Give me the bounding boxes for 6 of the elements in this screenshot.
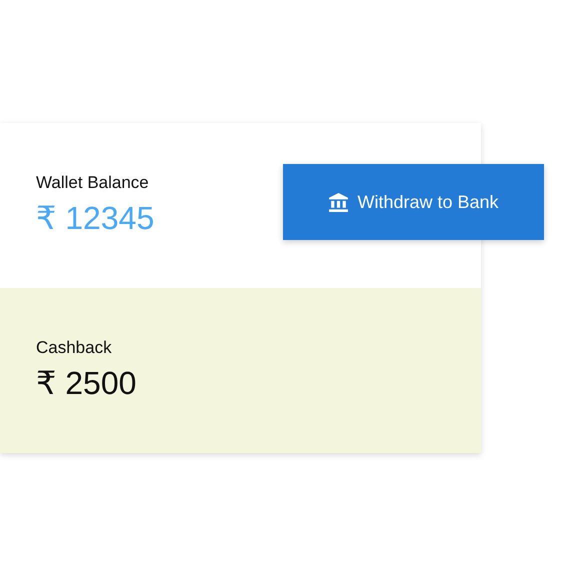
wallet-amount: ₹ 12345 (36, 199, 154, 237)
wallet-label: Wallet Balance (36, 173, 149, 193)
cashback-label: Cashback (36, 338, 112, 358)
withdraw-button[interactable]: Withdraw to Bank (283, 164, 544, 240)
cashback-amount: ₹ 2500 (36, 364, 136, 402)
bank-icon (328, 192, 350, 212)
